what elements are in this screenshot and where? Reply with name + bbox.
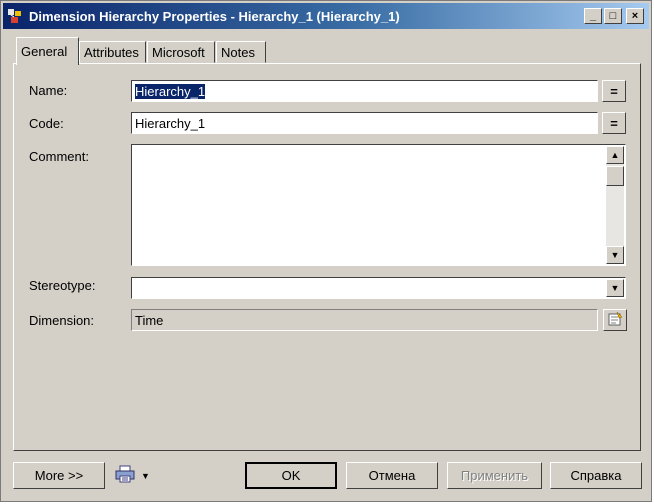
title-bar[interactable]: Dimension Hierarchy Properties - Hierarc… (3, 3, 649, 29)
tab-label: Attributes (84, 44, 139, 60)
dimension-field: Time (131, 309, 598, 331)
ok-label: OK (281, 468, 301, 483)
cancel-button[interactable]: Отмена (346, 462, 438, 489)
tab-microsoft[interactable]: Microsoft (147, 41, 215, 63)
name-sync-button[interactable]: = (602, 80, 626, 102)
chevron-down-icon[interactable]: ▼ (141, 471, 150, 481)
name-value: Hierarchy_1 (135, 84, 206, 99)
more-label: More >> (34, 468, 84, 483)
dimension-properties-button[interactable] (603, 309, 627, 331)
stereotype-combobox[interactable]: ▼ (131, 277, 626, 299)
app-icon[interactable] (7, 8, 23, 24)
comment-label: Comment: (29, 149, 89, 164)
ok-button[interactable]: OK (245, 462, 337, 489)
tab-attributes[interactable]: Attributes (79, 41, 146, 63)
close-button[interactable]: × (626, 8, 644, 24)
name-label: Name: (29, 83, 68, 98)
minimize-button[interactable]: _ (584, 8, 602, 24)
code-input[interactable]: Hierarchy_1 (131, 112, 598, 134)
apply-label: Применить (460, 468, 529, 483)
name-input[interactable]: Hierarchy_1 (131, 80, 598, 102)
cancel-label: Отмена (368, 468, 416, 483)
tab-label: General (21, 44, 68, 59)
dimension-value: Time (135, 313, 164, 328)
help-button[interactable]: Справка (550, 462, 642, 489)
tab-label: Microsoft (152, 44, 205, 60)
code-sync-button[interactable]: = (602, 112, 626, 134)
scroll-down-icon[interactable]: ▼ (606, 246, 624, 264)
tab-general[interactable]: General (16, 37, 79, 65)
window-title: Dimension Hierarchy Properties - Hierarc… (29, 9, 400, 24)
maximize-button[interactable]: □ (604, 8, 622, 24)
more-button[interactable]: More >> (13, 462, 105, 489)
comment-textarea[interactable]: ▲ ▼ (131, 144, 626, 266)
chevron-down-icon[interactable]: ▼ (606, 279, 624, 297)
dialog-window: Dimension Hierarchy Properties - Hierarc… (0, 0, 652, 502)
print-button[interactable]: ▼ (111, 462, 157, 489)
printer-icon (115, 465, 135, 486)
comment-scrollbar[interactable]: ▲ ▼ (606, 146, 624, 264)
dimension-label: Dimension: (29, 313, 95, 328)
stereotype-label: Stereotype: (29, 278, 96, 293)
scroll-up-icon[interactable]: ▲ (606, 146, 624, 164)
help-label: Справка (570, 468, 622, 483)
code-label: Code: (29, 116, 64, 131)
code-value: Hierarchy_1 (135, 116, 206, 131)
properties-icon (607, 311, 623, 330)
scroll-thumb[interactable] (606, 166, 624, 186)
apply-button[interactable]: Применить (447, 462, 542, 489)
tab-notes[interactable]: Notes (216, 41, 266, 63)
tab-label: Notes (221, 44, 255, 60)
